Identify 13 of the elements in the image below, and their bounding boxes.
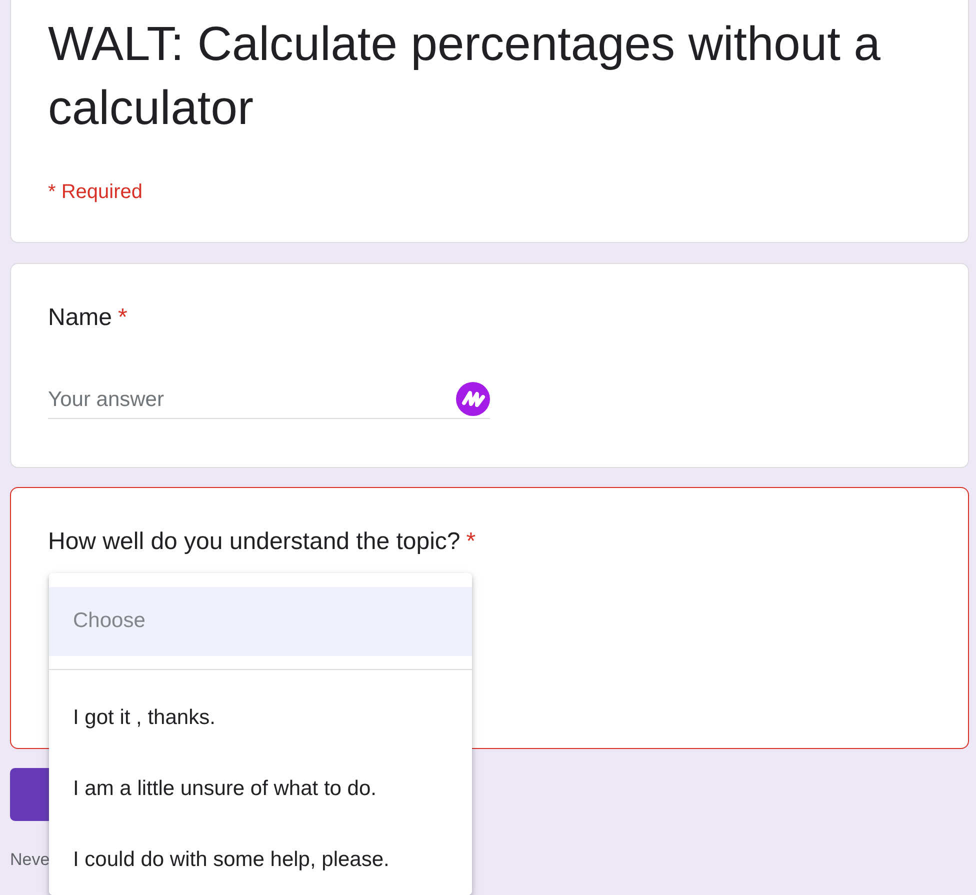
- question-title: Name: [48, 303, 112, 333]
- footer-note: Neve: [10, 849, 50, 871]
- required-note: * Required: [48, 180, 143, 204]
- dropdown-option[interactable]: I could do with some help, please.: [49, 824, 472, 895]
- zigzag-badge-icon[interactable]: [456, 382, 490, 416]
- form-title: WALT: Calculate percentages without a calculator: [48, 17, 882, 137]
- dropdown-option[interactable]: I got it , thanks.: [49, 682, 472, 754]
- answer-field[interactable]: Your answer: [48, 382, 456, 418]
- required-asterisk: *: [466, 527, 476, 557]
- required-asterisk: *: [118, 303, 128, 333]
- dropdown-option[interactable]: I am a little unsure of what to do.: [49, 754, 472, 824]
- submit-button[interactable]: [10, 768, 50, 821]
- question-title: How well do you understand the topic?: [48, 527, 460, 557]
